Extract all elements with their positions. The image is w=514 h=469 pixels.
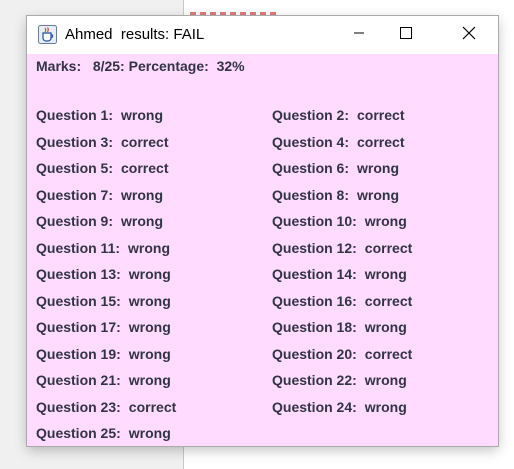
question-label: Question 8: <box>272 186 350 203</box>
window-title: Ahmed results: FAIL <box>65 26 205 43</box>
question-result: wrong <box>364 372 407 388</box>
question-result: correct <box>364 239 413 256</box>
question-result-item: Question 17: wrong <box>36 319 171 335</box>
question-result: wrong <box>128 266 171 282</box>
question-label: Question 21: <box>36 372 121 388</box>
question-result: wrong <box>357 160 400 176</box>
results-window: Ahmed results: FAIL Marks: 8/25: Percent… <box>27 16 498 446</box>
question-result: correct <box>357 133 405 150</box>
question-result: correct <box>128 398 177 415</box>
question-result-item: Question 1: wrong <box>36 107 163 123</box>
close-icon <box>462 26 476 45</box>
question-label: Question 1: <box>36 107 114 123</box>
question-result: wrong <box>357 186 400 203</box>
question-result-item: Question 15: wrong <box>36 293 171 309</box>
question-label: Question 16: <box>272 292 357 309</box>
question-result-item: Question 6: wrong <box>272 160 399 176</box>
question-result-item: Question 5: correct <box>36 160 168 176</box>
question-result: wrong <box>128 372 171 388</box>
question-result: correct <box>364 345 413 362</box>
java-cup-icon <box>38 25 57 44</box>
question-result-item: Question 16: correct <box>272 293 412 309</box>
question-result: correct <box>121 133 169 150</box>
question-label: Question 22: <box>272 372 357 388</box>
question-label: Question 17: <box>36 319 121 335</box>
percentage-label: Percentage: <box>128 58 209 74</box>
question-label: Question 11: <box>36 239 121 256</box>
question-result-item: Question 3: correct <box>36 134 168 150</box>
question-result: wrong <box>128 319 171 335</box>
question-result-item: Question 14: wrong <box>272 266 407 282</box>
question-result: wrong <box>128 425 171 441</box>
question-result-item: Question 18: wrong <box>272 319 407 335</box>
question-result: wrong <box>364 213 407 229</box>
percentage-value: 32% <box>216 58 245 74</box>
question-result-item: Question 20: correct <box>272 346 412 362</box>
question-result-item: Question 22: wrong <box>272 372 407 388</box>
question-result: wrong <box>364 266 407 282</box>
question-result-item: Question 11: wrong <box>36 240 170 256</box>
question-result-item: Question 12: correct <box>272 240 412 256</box>
results-panel: Marks: 8/25: Percentage: 32% Question 1:… <box>27 54 498 446</box>
question-result: wrong <box>121 186 164 203</box>
question-result: wrong <box>128 239 171 256</box>
question-result: wrong <box>364 398 407 415</box>
question-label: Question 12: <box>272 239 357 256</box>
question-result-item: Question 23: correct <box>36 399 176 415</box>
question-result-item: Question 13: wrong <box>36 266 171 282</box>
question-result-item: Question 25: wrong <box>36 425 171 441</box>
question-label: Question 14: <box>272 266 357 282</box>
marks-label: Marks: <box>36 58 82 74</box>
marks-value: 8/25: <box>92 58 125 74</box>
question-label: Question 19: <box>36 345 121 362</box>
question-label: Question 13: <box>36 266 121 282</box>
summary-line: Marks: 8/25: Percentage: 32% <box>36 58 245 74</box>
question-label: Question 2: <box>272 107 350 123</box>
question-result-item: Question 2: correct <box>272 107 404 123</box>
background-red-underline <box>190 12 278 15</box>
question-result: wrong <box>121 107 164 123</box>
question-label: Question 9: <box>36 213 114 229</box>
question-result: correct <box>364 292 413 309</box>
question-result-item: Question 21: wrong <box>36 372 171 388</box>
maximize-icon <box>400 26 412 44</box>
question-result-item: Question 10: wrong <box>272 213 407 229</box>
question-label: Question 7: <box>36 186 114 203</box>
question-result-item: Question 24: wrong <box>272 399 407 415</box>
question-result: wrong <box>128 345 171 362</box>
question-result-item: Question 8: wrong <box>272 187 399 203</box>
question-label: Question 5: <box>36 160 114 176</box>
question-label: Question 3: <box>36 133 114 150</box>
minimize-button[interactable] <box>336 16 382 54</box>
question-result: correct <box>121 160 169 176</box>
question-label: Question 10: <box>272 213 357 229</box>
question-result: wrong <box>121 213 164 229</box>
question-result: correct <box>357 107 405 123</box>
question-result-item: Question 4: correct <box>272 134 404 150</box>
question-result-item: Question 7: wrong <box>36 187 163 203</box>
minimize-icon <box>353 26 365 44</box>
question-label: Question 25: <box>36 425 121 441</box>
question-result-item: Question 19: wrong <box>36 346 171 362</box>
question-result-item: Question 9: wrong <box>36 213 163 229</box>
question-label: Question 18: <box>272 319 357 335</box>
question-result: wrong <box>128 292 171 309</box>
question-label: Question 4: <box>272 133 350 150</box>
question-label: Question 20: <box>272 345 357 362</box>
title-bar[interactable]: Ahmed results: FAIL <box>27 16 498 54</box>
question-label: Question 6: <box>272 160 350 176</box>
question-label: Question 15: <box>36 292 121 309</box>
maximize-button[interactable] <box>383 16 429 54</box>
question-result: wrong <box>364 319 407 335</box>
close-button[interactable] <box>446 16 492 54</box>
question-label: Question 24: <box>272 398 357 415</box>
question-label: Question 23: <box>36 398 121 415</box>
